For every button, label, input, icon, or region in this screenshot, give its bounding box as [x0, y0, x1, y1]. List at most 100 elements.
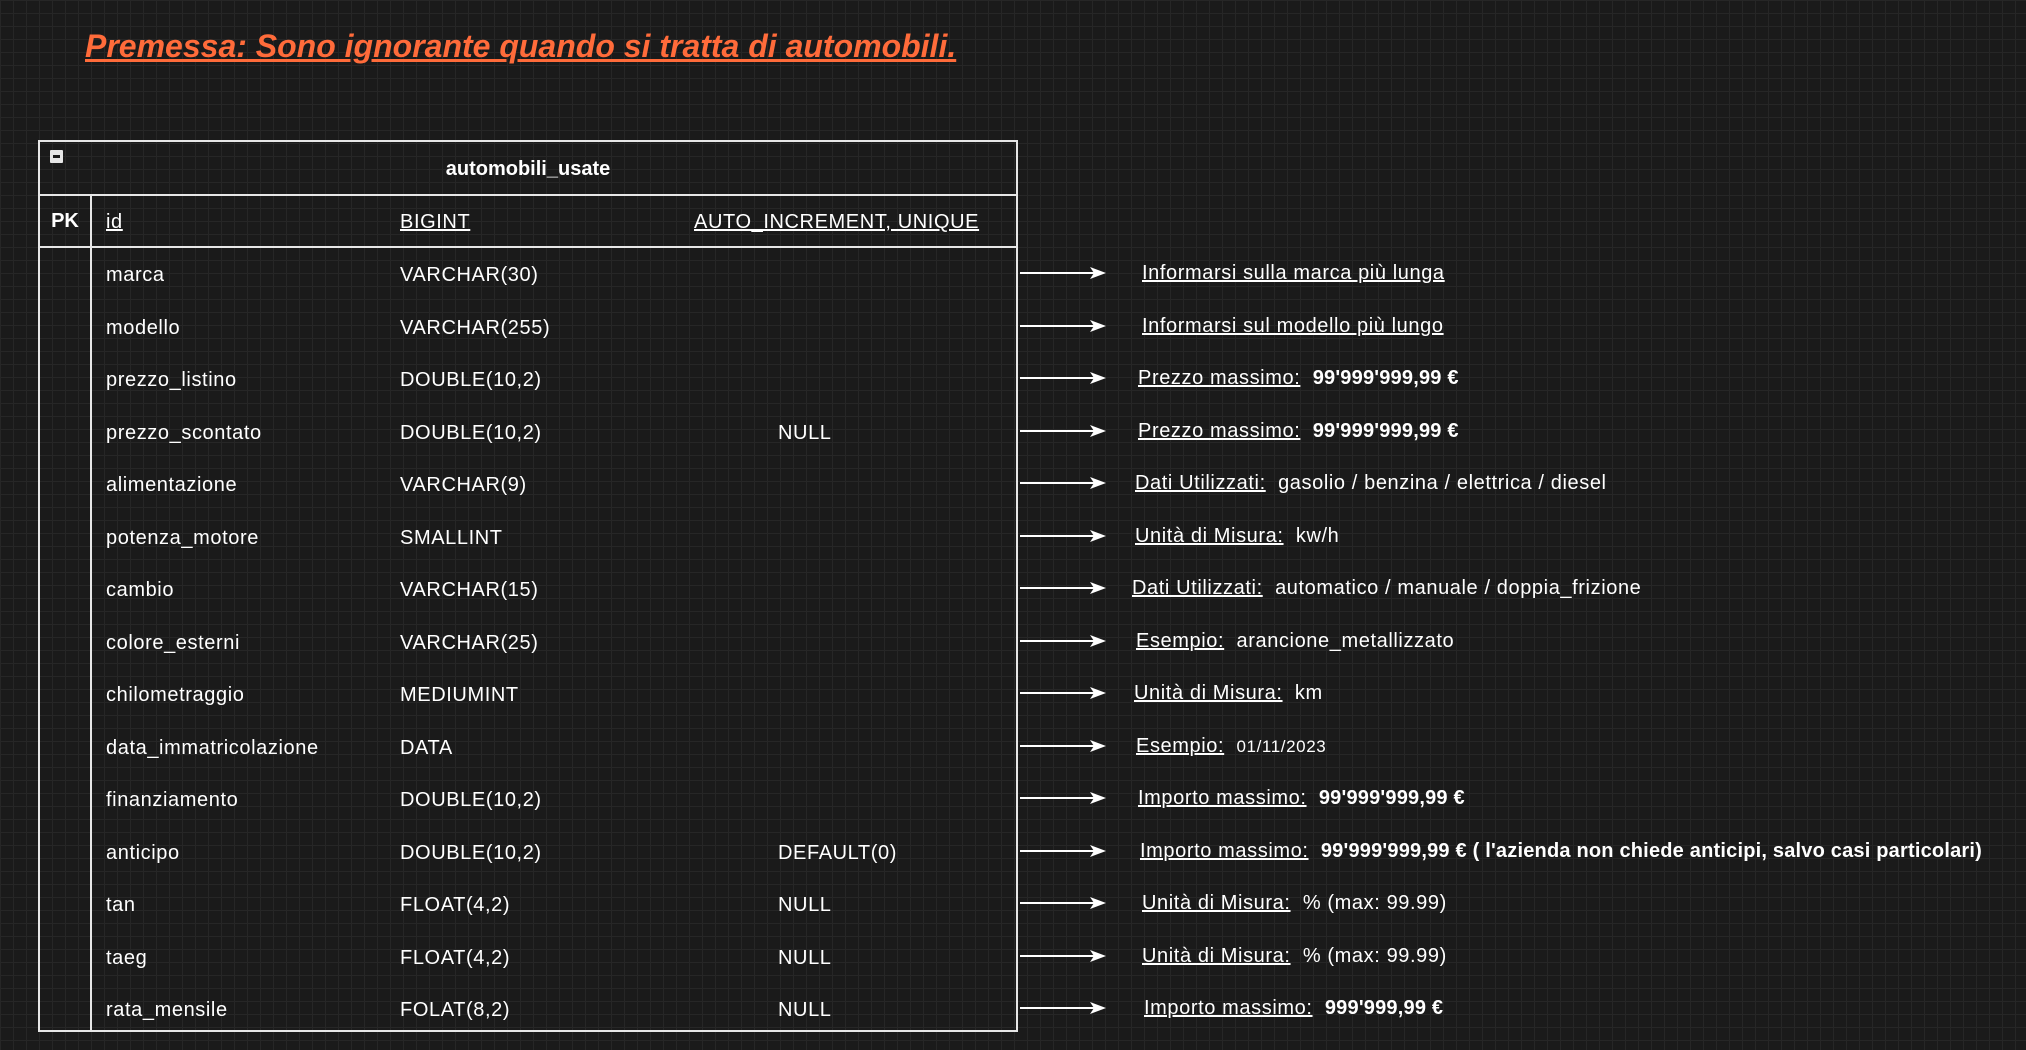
annotation-value: 99'999'999,99 € ( l'azienda non chiede a… — [1320, 839, 1983, 862]
arrow-connector — [1020, 792, 1106, 804]
table-row[interactable]: rata_mensile FOLAT(8,2) NULL — [40, 984, 1016, 1036]
arrow-connector — [1020, 739, 1106, 752]
column-name: chilometraggio — [106, 684, 245, 706]
column-type: VARCHAR(9) — [400, 474, 527, 496]
arrow-connector — [1020, 424, 1106, 437]
annotation-note: Unità di Misura: % (max: 99.99) — [1142, 877, 1447, 929]
annotation-value: kw/h — [1295, 524, 1340, 547]
annotation-value: % (max: 99.99) — [1302, 944, 1447, 967]
column-type: DOUBLE(10,2) — [400, 789, 542, 811]
annotation-label: Prezzo massimo: — [1138, 419, 1301, 442]
column-constraint: DEFAULT(0) — [778, 841, 897, 864]
column-type: FLOAT(4,2) — [400, 946, 511, 969]
annotation-value: gasolio / benzina / elettrica / diesel — [1278, 472, 1607, 494]
annotation-note: Dati Utilizzati: gasolio / benzina / ele… — [1135, 457, 1607, 509]
column-constraint: AUTO_INCREMENT, UNIQUE — [694, 211, 980, 233]
arrow-connector — [1020, 372, 1106, 384]
table-row[interactable]: data_immatricolazione DATA — [40, 722, 1016, 774]
arrow-connector — [1020, 582, 1106, 594]
annotation-note: Importo massimo: 99'999'999,99 € ( l'azi… — [1140, 825, 1982, 877]
column-name: potenza_motore — [106, 526, 259, 549]
column-type: VARCHAR(30) — [400, 264, 539, 286]
table-row[interactable]: finanziamento DOUBLE(10,2) — [40, 774, 1016, 826]
column-name: rata_mensile — [106, 999, 228, 1021]
entity-table[interactable]: automobili_usate PK id BIGINT AUTO_INCRE… — [38, 140, 1018, 1032]
arrow-connector — [1020, 897, 1106, 909]
column-name: anticipo — [106, 841, 180, 864]
annotation-label: Prezzo massimo: — [1138, 367, 1301, 389]
annotation-value: 99'999'999,99 € — [1318, 787, 1465, 809]
column-constraint: NULL — [778, 421, 832, 444]
table-row[interactable]: marca VARCHAR(30) — [40, 249, 1016, 301]
annotation-label: Unità di Misura: — [1142, 892, 1291, 914]
table-row[interactable]: chilometraggio MEDIUMINT — [40, 669, 1016, 721]
annotation-note: Esempio: 01/11/2023 — [1136, 720, 1326, 772]
table-row[interactable]: tan FLOAT(4,2) NULL — [40, 879, 1016, 931]
annotation-label: Importo massimo: — [1144, 997, 1313, 1019]
table-row[interactable]: colore_esterni VARCHAR(25) — [40, 617, 1016, 669]
column-type: BIGINT — [400, 211, 471, 233]
column-name: alimentazione — [106, 474, 238, 496]
arrow-connector — [1020, 477, 1106, 489]
annotation-note: Importo massimo: 99'999'999,99 € — [1138, 772, 1465, 824]
annotation-note: Unità di Misura: % (max: 99.99) — [1142, 930, 1447, 982]
annotation-label: Esempio: — [1136, 734, 1225, 757]
premise-title: Premessa: Sono ignorante quando si tratt… — [85, 28, 957, 64]
arrow-connector — [1020, 1002, 1106, 1014]
annotation-note: Unità di Misura: km — [1134, 667, 1323, 719]
table-title: automobili_usate — [445, 158, 611, 180]
annotation-label: Informarsi sul modello più lungo — [1142, 314, 1444, 337]
annotation-value: 01/11/2023 — [1236, 736, 1327, 756]
arrow-connector — [1020, 949, 1106, 962]
column-name: tan — [106, 894, 136, 916]
annotation-note: Unità di Misura: kw/h — [1135, 510, 1339, 562]
column-type: FLOAT(4,2) — [400, 894, 511, 916]
annotation-value: 999'999,99 € — [1324, 997, 1444, 1019]
table-row[interactable]: prezzo_listino DOUBLE(10,2) — [40, 354, 1016, 406]
annotation-label: Unità di Misura: — [1134, 682, 1283, 704]
annotation-note: Informarsi sul modello più lungo — [1142, 300, 1444, 352]
annotation-note: Dati Utilizzati: automatico / manuale / … — [1132, 562, 1641, 614]
table-row[interactable]: prezzo_scontato DOUBLE(10,2) NULL — [40, 407, 1016, 459]
annotation-note: Esempio: arancione_metallizzato — [1136, 615, 1454, 667]
column-name: cambio — [106, 579, 175, 601]
annotation-value: 99'999'999,99 € — [1312, 367, 1459, 389]
annotation-label: Informarsi sulla marca più lunga — [1142, 262, 1445, 284]
column-name: modello — [106, 316, 181, 339]
column-type: FOLAT(8,2) — [400, 999, 511, 1021]
annotation-label: Unità di Misura: — [1142, 944, 1291, 967]
column-name: finanziamento — [106, 789, 239, 811]
table-row[interactable]: potenza_motore SMALLINT — [40, 512, 1016, 564]
annotation-label: Esempio: — [1136, 629, 1225, 652]
table-row[interactable]: anticipo DOUBLE(10,2) DEFAULT(0) — [40, 827, 1016, 879]
table-row[interactable]: taeg FLOAT(4,2) NULL — [40, 932, 1016, 984]
column-name: taeg — [106, 946, 148, 969]
arrow-connector — [1020, 267, 1106, 279]
arrow-connector — [1020, 844, 1106, 857]
column-name: id — [106, 211, 123, 233]
table-row[interactable]: modello VARCHAR(255) — [40, 302, 1016, 354]
column-type: DOUBLE(10,2) — [400, 369, 542, 391]
column-type: DATA — [400, 736, 453, 759]
arrow-connector — [1020, 634, 1106, 647]
column-name: prezzo_scontato — [106, 421, 262, 444]
arrow-connector — [1020, 529, 1106, 542]
column-type: VARCHAR(255) — [400, 316, 551, 339]
arrow-connector — [1020, 319, 1106, 332]
column-constraint: NULL — [778, 946, 832, 969]
column-name: data_immatricolazione — [106, 736, 319, 759]
annotation-value: arancione_metallizzato — [1236, 629, 1455, 652]
table-row[interactable]: cambio VARCHAR(15) — [40, 564, 1016, 616]
arrow-connector — [1020, 687, 1106, 699]
column-type: DOUBLE(10,2) — [400, 421, 542, 444]
column-type: MEDIUMINT — [400, 684, 519, 706]
pk-row[interactable]: id BIGINT AUTO_INCREMENT, UNIQUE — [40, 196, 1016, 248]
annotation-value: 99'999'999,99 € — [1312, 419, 1459, 442]
column-type: DOUBLE(10,2) — [400, 841, 542, 864]
pk-divider — [40, 246, 1016, 248]
column-type: SMALLINT — [400, 526, 503, 549]
column-name: marca — [106, 264, 165, 286]
annotation-label: Importo massimo: — [1140, 839, 1309, 862]
annotation-label: Importo massimo: — [1138, 787, 1307, 809]
table-row[interactable]: alimentazione VARCHAR(9) — [40, 459, 1016, 511]
